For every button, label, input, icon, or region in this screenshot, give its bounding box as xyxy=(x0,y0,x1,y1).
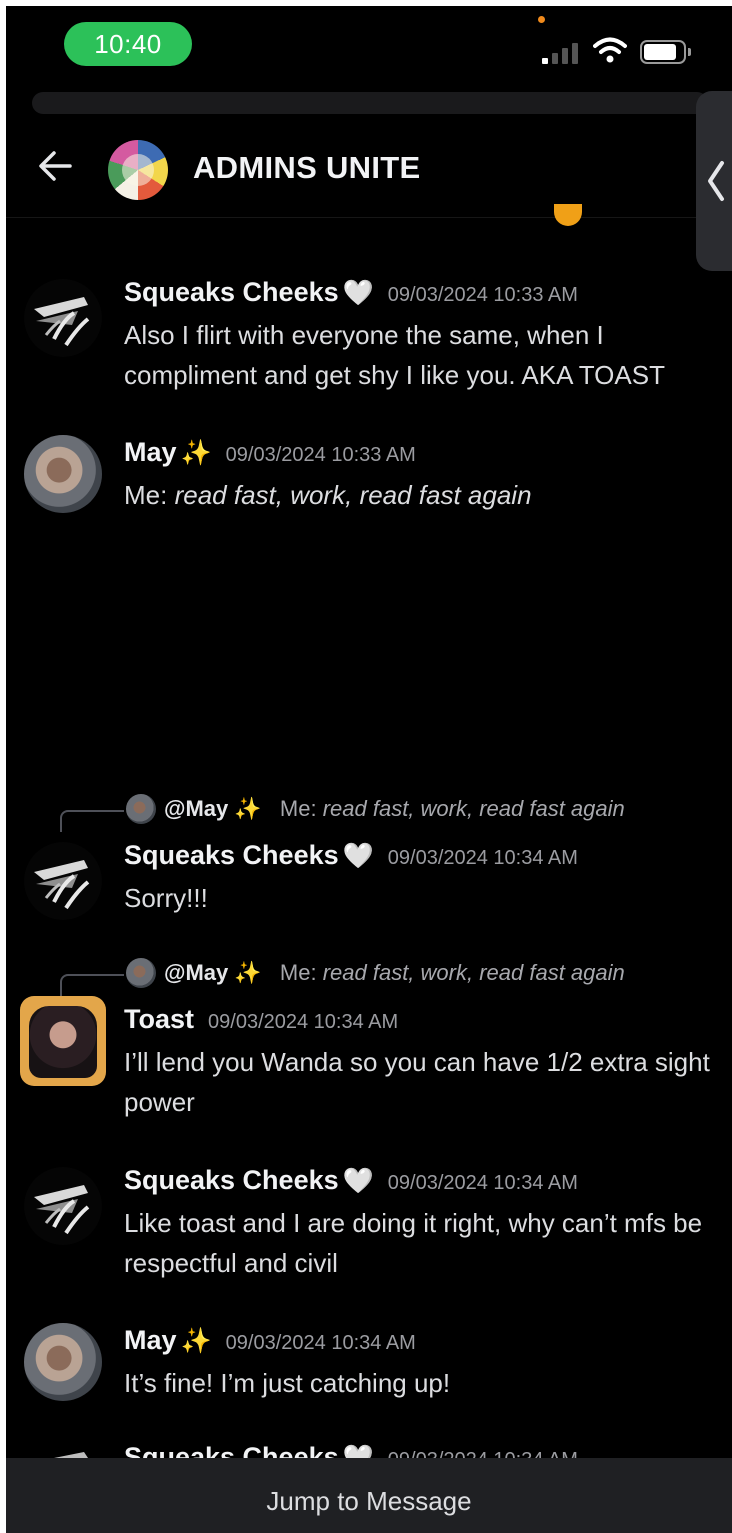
heart-icon: 🤍 xyxy=(342,279,374,307)
sparkles-icon: ✨ xyxy=(180,439,212,467)
message-text-italic: read fast, work, read fast again xyxy=(174,480,532,510)
privacy-indicator-dot xyxy=(538,16,545,23)
reply-reference[interactable]: @May ✨ Me: read fast, work, read fast ag… xyxy=(6,956,732,996)
author-name[interactable]: May xyxy=(124,437,177,467)
reply-spine xyxy=(60,974,124,996)
signal-icon xyxy=(542,40,582,64)
reply-preview: Me: read fast, work, read fast again xyxy=(280,960,625,985)
battery-icon xyxy=(640,40,691,64)
message-timestamp: 09/03/2024 10:34 AM xyxy=(225,1332,416,1354)
message-text-prefix: Me: xyxy=(124,480,175,510)
message-timestamp: 09/03/2024 10:33 AM xyxy=(387,284,578,306)
server-avatar[interactable] xyxy=(108,140,168,200)
reply-reference[interactable]: @May ✨ Me: read fast, work, read fast ag… xyxy=(6,792,732,832)
cut-off-emoji xyxy=(554,204,582,226)
wifi-icon xyxy=(593,37,627,63)
avatar[interactable] xyxy=(24,1167,102,1245)
message-header: Squeaks Cheeks🤍 09/03/2024 10:34 AM xyxy=(124,840,578,871)
heart-icon: 🤍 xyxy=(342,1167,374,1195)
heart-icon: 🤍 xyxy=(342,842,374,870)
author-name[interactable]: Squeaks Cheeks xyxy=(124,840,339,870)
message-timestamp: 09/03/2024 10:34 AM xyxy=(208,1011,399,1033)
message-header: May ✨ 09/03/2024 10:34 AM xyxy=(124,1325,416,1356)
message-timestamp: 09/03/2024 10:33 AM xyxy=(225,444,416,466)
reply-preview-italic: read fast, work, read fast again xyxy=(322,796,625,821)
message-timestamp: 09/03/2024 10:34 AM xyxy=(387,1172,578,1194)
message-text: It’s fine! I’m just catching up! xyxy=(124,1368,451,1398)
message-header: Toast 09/03/2024 10:34 AM xyxy=(124,1004,398,1035)
channel-header: ADMINS UNITE xyxy=(6,114,732,218)
reply-preview-italic: read fast, work, read fast again xyxy=(322,960,625,985)
message-header: Squeaks Cheeks🤍 09/03/2024 10:34 AM xyxy=(124,1165,578,1196)
phone-screen: 10:40 ADMINS UNITE Squeaks Cheeks 🤍 09/0… xyxy=(6,6,732,1533)
reply-preview-line: @May ✨ Me: read fast, work, read fast ag… xyxy=(164,796,625,822)
avatar[interactable] xyxy=(20,996,106,1086)
avatar[interactable] xyxy=(24,1323,102,1401)
status-time: 10:40 xyxy=(64,22,192,66)
message-header: May ✨ 09/03/2024 10:33 AM xyxy=(124,437,416,468)
author-name[interactable]: May xyxy=(124,1325,177,1355)
author-name[interactable]: Squeaks Cheeks xyxy=(124,1165,339,1195)
chevron-left-icon xyxy=(708,161,724,201)
sparkles-icon: ✨ xyxy=(234,960,262,985)
sparkles-icon: ✨ xyxy=(234,796,262,821)
channel-title: ADMINS UNITE xyxy=(193,150,421,185)
reply-preview-prefix: Me: xyxy=(279,796,323,821)
back-arrow-icon[interactable] xyxy=(34,144,78,188)
message-text: Like toast and I are doing it right, why… xyxy=(124,1208,703,1278)
avatar[interactable] xyxy=(24,435,102,513)
reply-preview-line: @May ✨ Me: read fast, work, read fast ag… xyxy=(164,960,625,986)
message-text: Sorry!!! xyxy=(124,883,208,913)
reply-mention[interactable]: @May xyxy=(164,960,228,985)
reply-avatar xyxy=(126,958,156,988)
reply-preview-prefix: Me: xyxy=(279,960,323,985)
search-bar-peek xyxy=(32,92,708,114)
member-drawer-tab[interactable] xyxy=(696,91,732,271)
message-text: Me: read fast, work, read fast again xyxy=(124,475,724,515)
jump-to-message-button[interactable]: Jump to Message xyxy=(6,1458,732,1533)
reply-spine xyxy=(60,810,124,832)
avatar[interactable] xyxy=(24,279,102,357)
reply-preview: Me: read fast, work, read fast again xyxy=(280,796,625,821)
message-text: I’ll lend you Wanda so you can have 1/2 … xyxy=(124,1047,710,1117)
reply-mention[interactable]: @May xyxy=(164,796,228,821)
message-text: Also I flirt with everyone the same, whe… xyxy=(124,320,665,390)
author-name[interactable]: Toast xyxy=(124,1004,194,1034)
message-header: Squeaks Cheeks 🤍 09/03/2024 10:33 AM xyxy=(124,277,578,308)
author-name[interactable]: Squeaks Cheeks xyxy=(124,277,339,307)
message-timestamp: 09/03/2024 10:34 AM xyxy=(387,847,578,869)
status-bar: 10:40 xyxy=(6,6,732,86)
reply-avatar xyxy=(126,794,156,824)
avatar[interactable] xyxy=(24,842,102,920)
sparkles-icon: ✨ xyxy=(180,1327,212,1355)
